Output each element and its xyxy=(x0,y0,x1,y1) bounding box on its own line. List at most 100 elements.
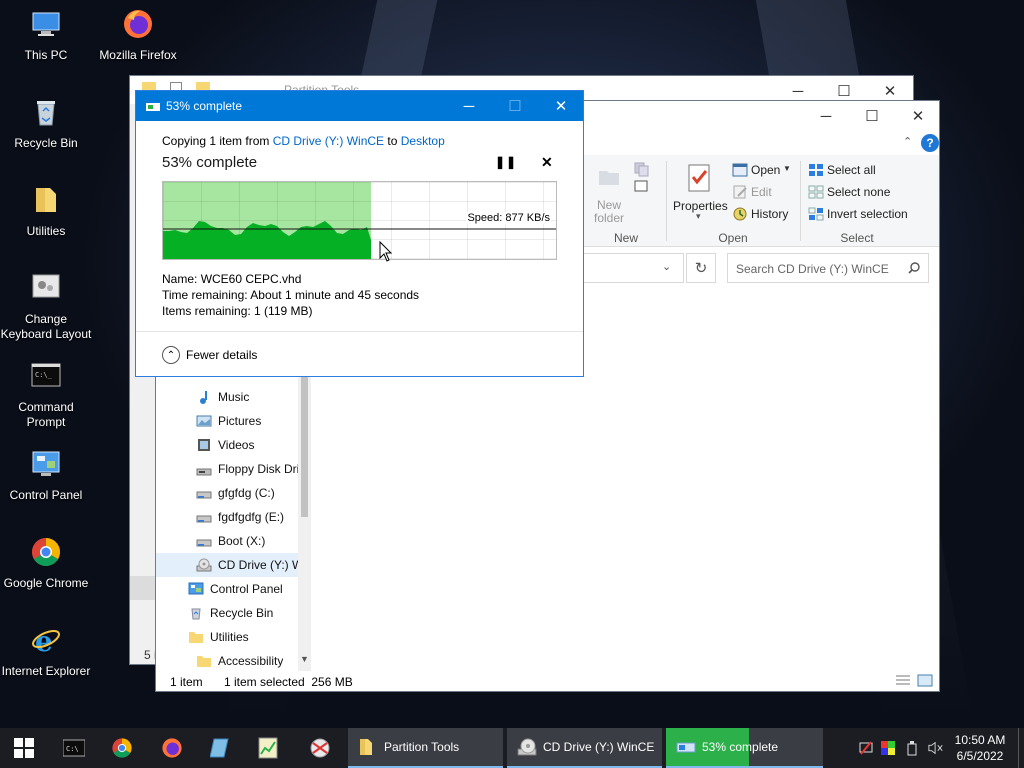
minimize-button[interactable]: ─ xyxy=(446,91,492,121)
open-button[interactable]: Open xyxy=(751,163,780,177)
videos-icon xyxy=(198,439,210,451)
destination-link[interactable]: Desktop xyxy=(401,134,445,148)
details-panel: Name: WCE60 CEPC.vhd Time remaining: Abo… xyxy=(162,271,419,319)
nav-scrollbar[interactable]: ▼ xyxy=(298,377,311,671)
desktop-icon-control-panel[interactable]: Control Panel xyxy=(0,448,92,503)
chrome-icon xyxy=(32,538,60,566)
nav-item-floppy-disk[interactable]: Floppy Disk Dri xyxy=(196,457,299,481)
refresh-button[interactable]: ↻ xyxy=(686,253,716,283)
notepad-icon xyxy=(210,738,229,758)
music-icon xyxy=(200,391,207,404)
nav-item-utilities[interactable]: Utilities xyxy=(188,625,249,649)
search-input[interactable]: Search CD Drive (Y:) WinCE xyxy=(736,262,889,276)
nav-item-recycle-bin[interactable]: Recycle Bin xyxy=(188,601,273,625)
show-desktop-button[interactable] xyxy=(1018,728,1024,768)
display-icon[interactable] xyxy=(880,740,896,756)
speed-area xyxy=(163,220,371,259)
control-panel-icon xyxy=(188,582,204,595)
taskbar-task-cd-drive[interactable]: CD Drive (Y:) WinCE xyxy=(507,728,662,768)
history-icon xyxy=(733,207,747,221)
taskbar-task-partition-tools[interactable]: Partition Tools xyxy=(348,728,503,768)
nav-item-pictures[interactable]: Pictures xyxy=(196,409,261,433)
taskbar-command-prompt[interactable]: C:\ xyxy=(52,728,96,768)
floppy-disk-icon xyxy=(196,468,212,476)
nav-item-label: Recycle Bin xyxy=(210,606,274,620)
taskbar-snipping-tool[interactable] xyxy=(296,728,344,768)
spreadsheet-icon xyxy=(258,737,278,759)
snipping-tool-icon xyxy=(310,738,330,758)
drive-icon xyxy=(196,491,212,499)
copy-progress-dialog[interactable]: 53% complete ─ ☐ ✕ Copying 1 item from C… xyxy=(135,90,584,377)
edit-icon xyxy=(733,185,747,199)
nav-item-cd-drive[interactable]: CD Drive (Y:) W xyxy=(196,553,298,577)
windows-icon xyxy=(14,738,34,758)
nav-item-label: Videos xyxy=(218,438,255,452)
nav-item-videos[interactable]: Videos xyxy=(196,433,254,457)
nav-item-drive-c[interactable]: gfgfdg (C:) xyxy=(196,481,275,505)
usb-device-icon[interactable] xyxy=(904,740,920,756)
folder-icon xyxy=(189,632,203,643)
scroll-down-icon[interactable]: ▼ xyxy=(300,654,309,664)
cancel-button[interactable]: ✕ xyxy=(541,154,553,171)
close-button[interactable]: ✕ xyxy=(538,91,584,121)
edit-button[interactable]: Edit xyxy=(751,185,772,199)
nav-item-label: CD Drive (Y:) W xyxy=(218,558,298,572)
clock[interactable]: 10:50 AM 6/5/2022 xyxy=(950,732,1010,764)
desktop: This PC Mozilla Firefox Recycle Bin Util… xyxy=(0,0,1024,728)
folder-icon xyxy=(36,188,56,212)
taskbar-notepad[interactable] xyxy=(198,728,242,768)
nav-item-control-panel[interactable]: Control Panel xyxy=(188,577,283,601)
new-folder-button[interactable]: New folder xyxy=(594,199,624,225)
nav-item-label: Music xyxy=(218,390,250,404)
desktop-icon-recycle-bin[interactable]: Recycle Bin xyxy=(0,96,92,151)
taskbar-firefox[interactable] xyxy=(150,728,194,768)
task-label: CD Drive (Y:) WinCE xyxy=(543,740,655,754)
minimize-button[interactable]: ─ xyxy=(803,101,849,131)
network-icon[interactable] xyxy=(858,740,874,756)
details-view-icon[interactable] xyxy=(895,674,911,687)
desktop-icon-firefox[interactable]: Mozilla Firefox xyxy=(92,8,184,63)
drive-icon xyxy=(196,515,212,523)
nav-selection xyxy=(130,576,156,600)
nav-item-accessibility[interactable]: Accessibility xyxy=(196,649,283,671)
help-icon[interactable]: ? xyxy=(921,134,939,152)
desktop-icon-utilities[interactable]: Utilities xyxy=(0,184,92,239)
new-folder-icon xyxy=(599,171,619,185)
nav-item-drive-x[interactable]: Boot (X:) xyxy=(196,529,265,553)
nav-item-drive-e[interactable]: fgdfgdfg (E:) xyxy=(196,505,284,529)
source-link[interactable]: CD Drive (Y:) WinCE xyxy=(273,134,384,148)
invert-selection-button[interactable]: Invert selection xyxy=(827,207,908,221)
nav-item-label: Control Panel xyxy=(210,582,283,596)
time-label: Time remaining: xyxy=(162,288,248,302)
items-remaining: 1 (119 MB) xyxy=(254,304,313,318)
select-none-button[interactable]: Select none xyxy=(827,185,890,199)
close-button[interactable]: ✕ xyxy=(895,101,941,131)
search-box[interactable]: Search CD Drive (Y:) WinCE xyxy=(727,253,929,283)
desktop-icon-this-pc[interactable]: This PC xyxy=(0,8,92,63)
start-button[interactable] xyxy=(0,728,48,768)
taskbar-chart-app[interactable] xyxy=(246,728,290,768)
maximize-button[interactable]: ☐ xyxy=(849,101,895,131)
large-icons-view-icon[interactable] xyxy=(917,674,933,687)
fewer-details-button[interactable]: ⌃ Fewer details xyxy=(162,346,257,364)
this-pc-icon xyxy=(32,12,60,36)
taskbar-task-copy-progress[interactable]: 53% complete xyxy=(666,728,823,768)
file-name: WCE60 CEPC.vhd xyxy=(200,272,302,286)
collapse-ribbon-icon[interactable]: ⌃ xyxy=(903,135,912,148)
volume-muted-icon[interactable] xyxy=(928,740,944,756)
desktop-icon-google-chrome[interactable]: Google Chrome xyxy=(0,536,92,591)
address-bar[interactable]: ⌄ xyxy=(584,253,684,283)
pause-button[interactable]: ❚❚ xyxy=(495,155,517,169)
name-label: Name: xyxy=(162,272,198,286)
desktop-icon-command-prompt[interactable]: C:\_ Command Prompt xyxy=(0,360,92,430)
maximize-button[interactable]: ☐ xyxy=(492,91,538,121)
history-button[interactable]: History xyxy=(751,207,788,221)
select-all-button[interactable]: Select all xyxy=(827,163,876,177)
desktop-icon-internet-explorer[interactable]: e Internet Explorer xyxy=(0,624,92,679)
group-label-select: Select xyxy=(840,231,874,245)
chevron-down-icon[interactable]: ⌄ xyxy=(662,260,671,273)
desktop-icon-change-keyboard-layout[interactable]: Change Keyboard Layout xyxy=(0,272,92,342)
mouse-cursor-icon xyxy=(379,241,393,262)
nav-item-music[interactable]: Music xyxy=(196,385,249,409)
taskbar-chrome[interactable] xyxy=(100,728,144,768)
